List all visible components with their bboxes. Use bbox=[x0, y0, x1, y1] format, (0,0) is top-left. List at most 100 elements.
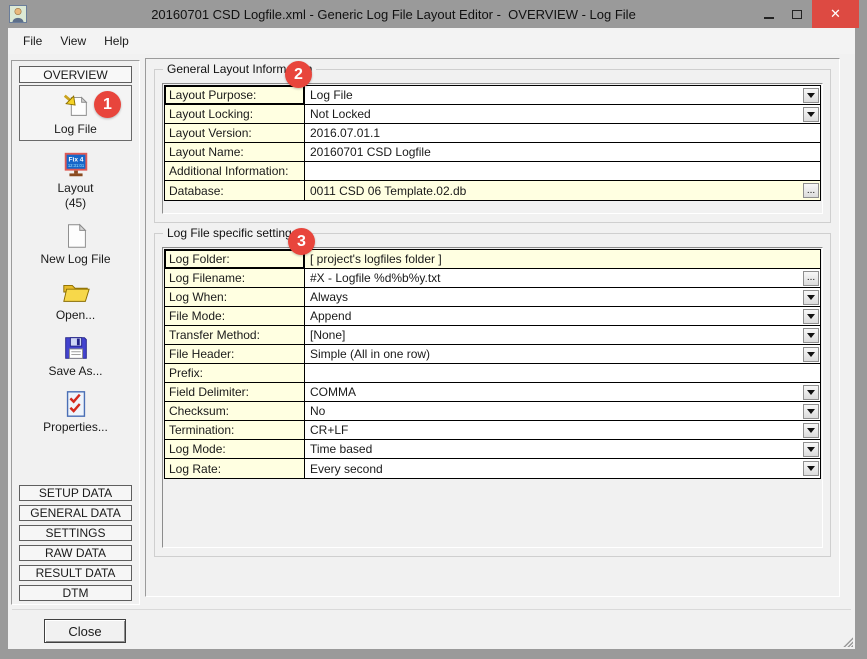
overview-button[interactable]: OVERVIEW bbox=[19, 66, 132, 83]
chevron-down-icon bbox=[807, 428, 815, 433]
dropdown-arrow-button[interactable] bbox=[803, 347, 819, 362]
minimize-button[interactable] bbox=[755, 0, 783, 28]
property-label: Layout Name: bbox=[165, 143, 305, 161]
chevron-down-icon bbox=[807, 390, 815, 395]
sidebar-button-settings[interactable]: SETTINGS bbox=[19, 525, 132, 541]
annotation-badge-3: 3 bbox=[288, 228, 315, 255]
property-row-log-when: Log When:Always bbox=[165, 288, 820, 307]
main-panel: General Layout Information Layout Purpos… bbox=[145, 58, 840, 597]
property-label: Log Mode: bbox=[165, 440, 305, 458]
property-row-additional-information: Additional Information: bbox=[165, 162, 820, 181]
sidebar-item-label: Open... bbox=[56, 309, 95, 322]
chevron-down-icon bbox=[807, 333, 815, 338]
property-value-cell[interactable]: Append bbox=[305, 307, 820, 325]
property-value-cell[interactable]: 0011 CSD 06 Template.02.db... bbox=[305, 181, 820, 200]
menu-item-file[interactable]: File bbox=[14, 30, 51, 52]
dropdown-arrow-button[interactable] bbox=[803, 290, 819, 305]
property-row-checksum: Checksum:No bbox=[165, 402, 820, 421]
property-row-log-folder: Log Folder:[ project's logfiles folder ] bbox=[165, 250, 820, 269]
general-layout-table: Layout Purpose:Log FileLayout Locking:No… bbox=[162, 83, 823, 214]
property-value-cell[interactable]: 20160701 CSD Logfile bbox=[305, 143, 820, 161]
property-value-cell[interactable]: COMMA bbox=[305, 383, 820, 401]
chevron-down-icon bbox=[807, 352, 815, 357]
app-icon[interactable] bbox=[9, 5, 27, 23]
property-label: Log Rate: bbox=[165, 459, 305, 478]
dropdown-arrow-button[interactable] bbox=[803, 107, 819, 122]
dropdown-arrow-button[interactable] bbox=[803, 385, 819, 400]
dropdown-arrow-button[interactable] bbox=[803, 309, 819, 324]
sidebar-button-raw-data[interactable]: RAW DATA bbox=[19, 545, 132, 561]
dropdown-arrow-button[interactable] bbox=[803, 328, 819, 343]
close-window-button[interactable]: ✕ bbox=[812, 0, 859, 28]
property-row-file-mode: File Mode:Append bbox=[165, 307, 820, 326]
menu-item-help[interactable]: Help bbox=[95, 30, 138, 52]
property-label: Prefix: bbox=[165, 364, 305, 382]
sidebar-item-save-as[interactable]: Save As... bbox=[19, 333, 132, 378]
property-value: Append bbox=[305, 309, 803, 323]
property-value-cell[interactable]: [ project's logfiles folder ] bbox=[305, 250, 820, 268]
property-value: Not Locked bbox=[305, 107, 803, 121]
property-value-cell[interactable]: Log File bbox=[305, 86, 820, 104]
application-window: { "window": { "title": "20160701 CSD Log… bbox=[0, 0, 867, 659]
property-value-cell[interactable]: Always bbox=[305, 288, 820, 306]
dropdown-arrow-button[interactable] bbox=[803, 404, 819, 419]
property-value-cell[interactable] bbox=[305, 364, 820, 382]
property-value: Every second bbox=[305, 462, 803, 476]
property-row-log-rate: Log Rate:Every second bbox=[165, 459, 820, 478]
property-value-cell[interactable]: Not Locked bbox=[305, 105, 820, 123]
property-value-cell[interactable]: Time based bbox=[305, 440, 820, 458]
sidebar-item-new-log-file[interactable]: New Log File bbox=[19, 221, 132, 266]
property-value-cell[interactable]: #X - Logfile %d%b%y.txt... bbox=[305, 269, 820, 287]
property-label: Log Folder: bbox=[165, 250, 305, 268]
logfile-settings-table: Log Folder:[ project's logfiles folder ]… bbox=[162, 247, 823, 548]
dropdown-arrow-button[interactable] bbox=[803, 461, 819, 476]
menu-item-view[interactable]: View bbox=[51, 30, 95, 52]
overview-button-label: OVERVIEW bbox=[43, 68, 107, 82]
window-body: FileViewHelp OVERVIEW Log File Fix 412:31… bbox=[8, 28, 855, 649]
ellipsis-button[interactable]: ... bbox=[803, 183, 819, 198]
property-value-cell[interactable]: [None] bbox=[305, 326, 820, 344]
property-label: Log Filename: bbox=[165, 269, 305, 287]
property-value-cell[interactable]: No bbox=[305, 402, 820, 420]
new-logfile-icon bbox=[60, 221, 92, 251]
ellipsis-button[interactable]: ... bbox=[803, 271, 819, 286]
sidebar-button-dtm[interactable]: DTM bbox=[19, 585, 132, 601]
resize-grip[interactable] bbox=[840, 634, 853, 647]
chevron-down-icon bbox=[807, 314, 815, 319]
property-value: [None] bbox=[305, 328, 803, 342]
dropdown-arrow-button[interactable] bbox=[803, 423, 819, 438]
property-value-cell[interactable] bbox=[305, 162, 820, 180]
property-value-cell[interactable]: CR+LF bbox=[305, 421, 820, 439]
sidebar-item-label: New Log File bbox=[40, 253, 110, 266]
maximize-button[interactable] bbox=[783, 0, 811, 28]
property-value: CR+LF bbox=[305, 423, 803, 437]
property-value-cell[interactable]: 2016.07.01.1 bbox=[305, 124, 820, 142]
sidebar-item-sublabel: (45) bbox=[65, 197, 86, 210]
sidebar-item-label: Save As... bbox=[48, 365, 102, 378]
close-button[interactable]: Close bbox=[44, 619, 126, 643]
property-row-layout-name: Layout Name:20160701 CSD Logfile bbox=[165, 143, 820, 162]
window-title: 20160701 CSD Logfile.xml - Generic Log F… bbox=[40, 0, 747, 28]
property-value-cell[interactable]: Simple (All in one row) bbox=[305, 345, 820, 363]
annotation-badge-2: 2 bbox=[285, 61, 312, 88]
chevron-down-icon bbox=[807, 112, 815, 117]
property-value: [ project's logfiles folder ] bbox=[305, 252, 820, 266]
sidebar-button-result-data[interactable]: RESULT DATA bbox=[19, 565, 132, 581]
property-row-termination: Termination:CR+LF bbox=[165, 421, 820, 440]
property-row-field-delimiter: Field Delimiter:COMMA bbox=[165, 383, 820, 402]
sidebar-item-properties[interactable]: Properties... bbox=[19, 389, 132, 434]
properties-checklist-icon bbox=[60, 389, 92, 419]
sidebar-item-layout[interactable]: Fix 412:31:01Layout(45) bbox=[19, 150, 132, 210]
svg-text:12:31:01: 12:31:01 bbox=[67, 163, 84, 168]
dropdown-arrow-button[interactable] bbox=[803, 88, 819, 103]
dropdown-arrow-button[interactable] bbox=[803, 442, 819, 457]
sidebar-button-setup-data[interactable]: SETUP DATA bbox=[19, 485, 132, 501]
sidebar-item-label: Log File bbox=[54, 123, 97, 136]
title-bar[interactable]: 20160701 CSD Logfile.xml - Generic Log F… bbox=[0, 0, 867, 28]
property-row-transfer-method: Transfer Method:[None] bbox=[165, 326, 820, 345]
logfile-icon bbox=[60, 91, 92, 121]
settings-rows: Log Folder:[ project's logfiles folder ]… bbox=[164, 249, 821, 479]
property-value-cell[interactable]: Every second bbox=[305, 459, 820, 478]
sidebar-button-general-data[interactable]: GENERAL DATA bbox=[19, 505, 132, 521]
sidebar-item-open[interactable]: Open... bbox=[19, 277, 132, 322]
